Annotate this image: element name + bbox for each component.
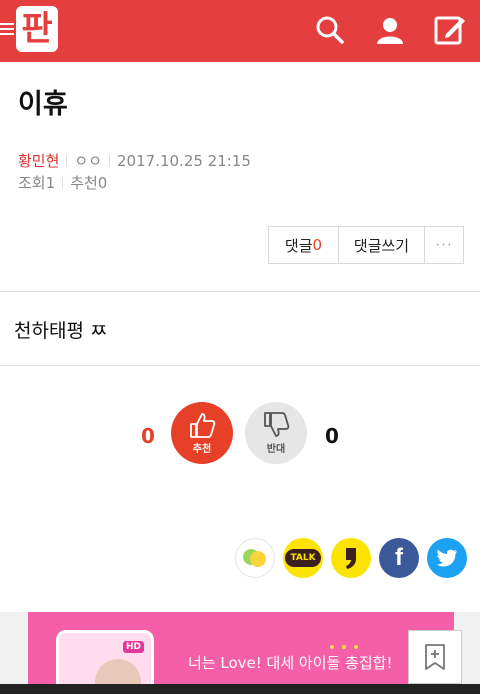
post-datetime: 2017.10.25 21:15: [117, 151, 251, 170]
logo[interactable]: 판: [16, 6, 58, 52]
bookmark-add-icon[interactable]: [408, 630, 462, 684]
thumbs-down-icon: [264, 412, 290, 437]
comment-button-group: 댓글 0 댓글쓰기 ···: [268, 226, 464, 264]
bottom-system-bar: [0, 684, 480, 694]
up-vote-count: 0: [141, 424, 155, 448]
post-content: 천하태평 ㅉ: [14, 320, 108, 342]
twitter-icon[interactable]: [427, 538, 467, 578]
recommend-button[interactable]: 추천: [171, 402, 233, 464]
comments-label: 댓글: [284, 236, 313, 255]
recommend-label: 추천: [70, 174, 98, 192]
recommend-label: 추천: [192, 444, 212, 455]
thumbs-up-icon: [190, 413, 216, 438]
write-icon[interactable]: [432, 12, 468, 48]
post-author[interactable]: 황민현: [18, 150, 59, 171]
top-header: 판: [0, 0, 480, 62]
post-extra: ㅇㅇ: [74, 152, 103, 170]
kakaostory-quote-icon[interactable]: [331, 538, 371, 578]
user-icon[interactable]: [372, 12, 408, 48]
kakaotalk-icon[interactable]: TALK: [283, 538, 323, 578]
post-meta: 황민현 ㅇㅇ 2017.10.25 21:15: [18, 150, 251, 171]
meta-divider: [109, 154, 111, 167]
write-comment-button[interactable]: 댓글쓰기: [339, 227, 425, 263]
ad-hd-badge: HD: [123, 641, 145, 653]
down-vote-count: 0: [325, 424, 339, 448]
post-title: 이휴: [18, 89, 68, 120]
oppose-button[interactable]: 반대: [245, 402, 307, 464]
more-button[interactable]: ···: [425, 227, 463, 263]
meta-divider: [62, 176, 64, 189]
views-label: 조회: [18, 174, 46, 192]
divider: [0, 365, 480, 366]
oppose-label: 반대: [266, 444, 286, 455]
menu-icon[interactable]: [0, 20, 16, 38]
kakaostory-icon[interactable]: [235, 538, 275, 578]
post-stats: 조회 1 추천 0: [18, 172, 107, 193]
ad-content: HD 너는 Love! 대세 아이돌 총집합!: [28, 612, 454, 694]
comments-count: 0: [312, 236, 323, 254]
recommend-count: 0: [97, 173, 108, 192]
talk-label: TALK: [285, 549, 321, 567]
meta-divider: [66, 154, 68, 167]
divider: [0, 291, 480, 292]
search-icon[interactable]: [312, 12, 348, 48]
facebook-icon[interactable]: f: [379, 538, 419, 578]
views-count: 1: [45, 173, 56, 192]
ad-text: 너는 Love! 대세 아이돌 총집합!: [188, 654, 393, 672]
comments-button[interactable]: 댓글 0: [269, 227, 339, 263]
ad-dots: [326, 634, 362, 653]
